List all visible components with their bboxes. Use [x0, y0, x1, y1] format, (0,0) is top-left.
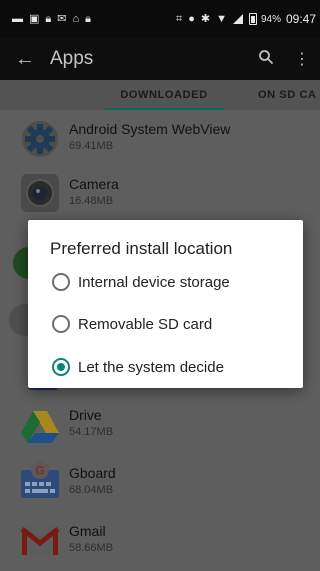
app-size: 69.41MB — [69, 140, 114, 152]
message-icon: ▬ — [12, 12, 23, 25]
bluetooth-icon: ✱ — [200, 12, 211, 25]
list-item[interactable]: Gmail 58.66MB — [0, 511, 320, 568]
gmail-icon — [19, 519, 61, 561]
option-internal-storage[interactable]: Internal device storage — [52, 269, 230, 295]
battery-icon — [248, 13, 257, 25]
list-item[interactable]: Android System WebView 69.41MB — [0, 110, 320, 167]
location-icon: ● — [188, 12, 195, 25]
drive-icon — [19, 405, 61, 447]
radio-button[interactable] — [52, 273, 70, 291]
list-item[interactable]: G Gboard 68.04MB — [0, 454, 320, 511]
hanger-icon: ⌂ — [72, 12, 80, 25]
lock-icon: 🔒︎ — [85, 12, 91, 25]
radio-button-selected[interactable] — [52, 358, 70, 376]
app-name: Android System WebView — [69, 121, 231, 137]
option-label: Let the system decide — [78, 358, 224, 376]
app-name: Gmail — [69, 523, 106, 539]
status-bar: ▬ ▣ 🔒︎ ✉ ⌂ 🔒︎ ⌗ ● ✱ ▼ 94% 09:47 — [0, 0, 320, 38]
app-name: Drive — [69, 407, 102, 423]
signal-icon — [232, 14, 243, 24]
arrow-back-icon[interactable]: ← — [0, 48, 50, 71]
more-vert-icon[interactable]: ⋮ — [284, 49, 320, 69]
app-bar-actions: ⋮ — [248, 49, 320, 70]
tab-on-sd-card[interactable]: ON SD CA — [258, 80, 320, 110]
wifi-icon: ▼ — [216, 12, 227, 25]
lock-icon: 🔒︎ — [45, 12, 52, 25]
svg-text:G: G — [35, 464, 44, 478]
install-location-dialog: Preferred install location Internal devi… — [28, 220, 303, 388]
status-icons-right: ⌗ ● ✱ ▼ 94% 09:47 — [176, 12, 316, 26]
app-size: 58.66MB — [69, 542, 114, 554]
gear-icon — [19, 118, 61, 160]
radio-button[interactable] — [52, 315, 70, 333]
app-bar: ← Apps ⋮ — [0, 38, 320, 80]
option-label: Removable SD card — [78, 315, 213, 333]
status-icons-left: ▬ ▣ 🔒︎ ✉ ⌂ 🔒︎ — [12, 12, 97, 25]
scan-icon: ⌗ — [175, 12, 183, 25]
gboard-icon: G — [19, 460, 61, 502]
dialog-title: Preferred install location — [50, 239, 233, 258]
app-name: Camera — [69, 176, 119, 192]
page-title: Apps — [50, 48, 94, 69]
option-system-decide[interactable]: Let the system decide — [52, 354, 224, 380]
battery-percent: 94% — [260, 13, 281, 25]
list-item[interactable]: Drive 54.17MB — [0, 397, 320, 454]
gmail-icon: ✉ — [57, 12, 67, 25]
list-item[interactable]: Camera 16.48MB — [0, 166, 320, 223]
option-sd-card[interactable]: Removable SD card — [52, 311, 212, 337]
image-icon: ▣ — [29, 12, 40, 25]
app-size: 54.17MB — [69, 426, 114, 438]
app-size: 16.48MB — [69, 195, 114, 207]
app-size: 68.04MB — [69, 484, 114, 496]
search-icon[interactable] — [248, 49, 284, 70]
clock: 09:47 — [285, 12, 316, 26]
option-label: Internal device storage — [78, 273, 230, 291]
camera-icon — [19, 172, 61, 214]
tab-bar: DOWNLOADED ON SD CA — [0, 80, 320, 110]
tab-downloaded[interactable]: DOWNLOADED — [104, 80, 224, 110]
app-name: Gboard — [69, 465, 116, 481]
